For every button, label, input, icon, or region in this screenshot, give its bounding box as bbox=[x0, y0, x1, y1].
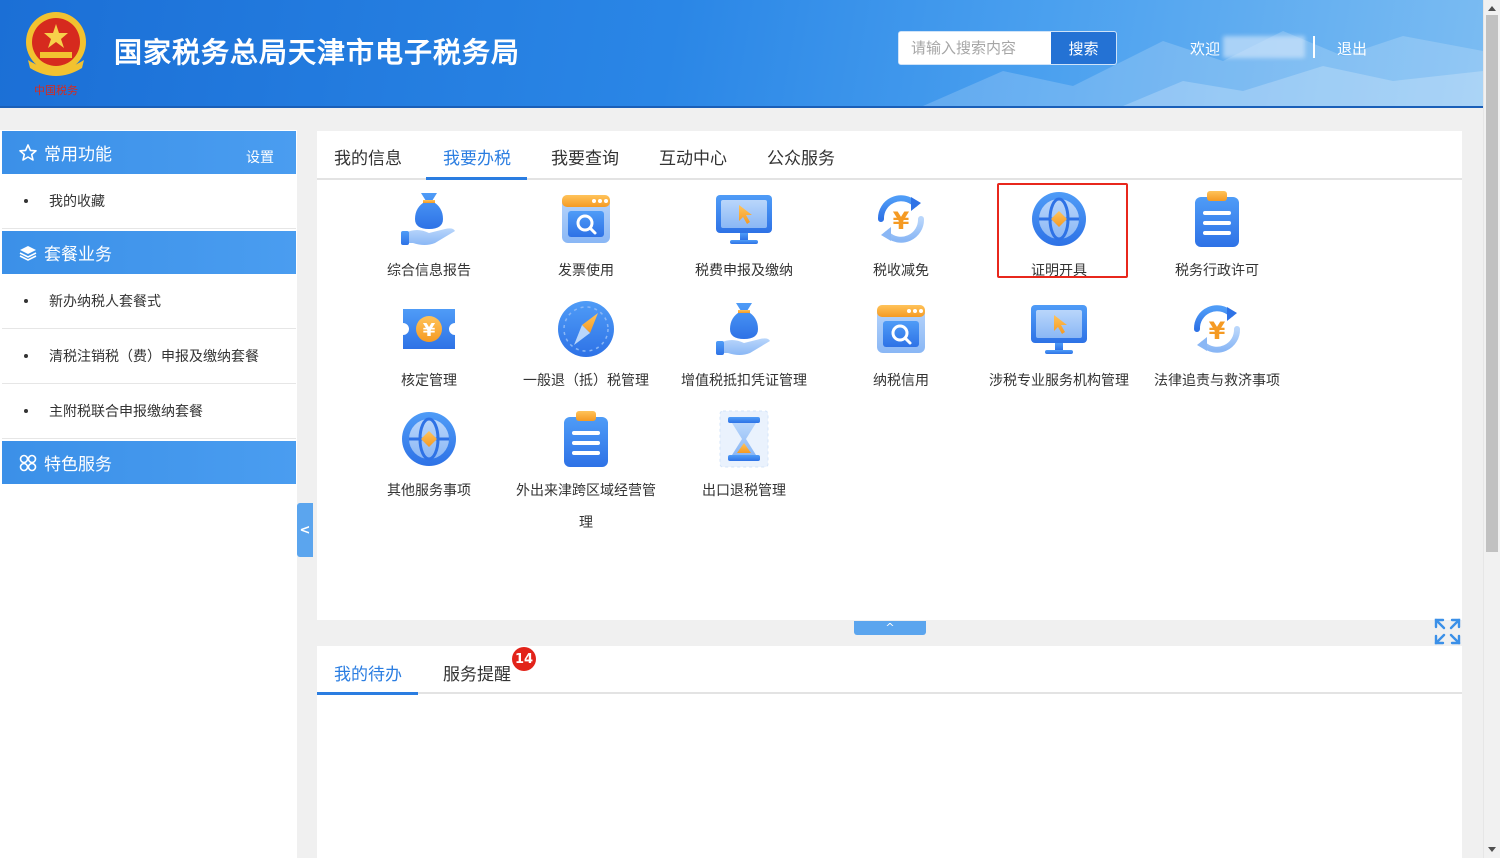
service-label: 涉税专业服务机构管理 bbox=[989, 373, 1129, 389]
service-label: 税务行政许可 bbox=[1175, 263, 1259, 279]
service-legal-remedy[interactable]: 法律追责与救济事项 bbox=[1137, 291, 1297, 391]
page-scrollbar[interactable] bbox=[1483, 0, 1500, 858]
monitor-cursor-icon bbox=[1029, 299, 1089, 359]
clipboard-icon bbox=[1187, 189, 1247, 249]
service-label: 外出来津跨区域经营管理 bbox=[516, 483, 656, 531]
service-vat-deduction-voucher[interactable]: 增值税抵扣凭证管理 bbox=[664, 291, 824, 391]
site-title: 国家税务总局天津市电子税务局 bbox=[114, 36, 521, 69]
service-label: 其他服务事项 bbox=[387, 483, 471, 499]
bullet bbox=[24, 354, 28, 358]
sidebar-section-title: 套餐业务 bbox=[44, 245, 112, 265]
service-label: 税费申报及缴纳 bbox=[695, 263, 793, 279]
sidebar-item-deregistration-package[interactable]: 清税注销税（费）申报及缴纳套餐 bbox=[2, 329, 296, 384]
service-administrative-license[interactable]: 税务行政许可 bbox=[1137, 181, 1297, 281]
main-tabs: 我的信息 我要办税 我要查询 互动中心 公众服务 bbox=[317, 131, 1462, 180]
service-assessment-management[interactable]: 核定管理 bbox=[349, 291, 509, 391]
sidebar-collapse-button[interactable]: < bbox=[297, 503, 313, 557]
tab-public-service[interactable]: 公众服务 bbox=[767, 144, 835, 180]
sidebar: 常用功能 设置 我的收藏 套餐业务 新办纳税人套餐式 清税注销税（费）申报及缴纳… bbox=[0, 130, 297, 858]
sidebar-section-featured-services[interactable]: 特色服务 bbox=[2, 441, 296, 484]
clipboard-icon bbox=[556, 409, 616, 469]
star-icon bbox=[19, 143, 37, 161]
tab-query[interactable]: 我要查询 bbox=[551, 144, 619, 180]
settings-link[interactable]: 设置 bbox=[246, 147, 274, 167]
reminder-count-badge: 14 bbox=[512, 647, 536, 671]
layers-icon bbox=[19, 245, 37, 261]
yuan-refresh-icon bbox=[1187, 299, 1247, 359]
scroll-up-arrow[interactable] bbox=[1488, 6, 1496, 11]
search-button[interactable]: 搜索 bbox=[1051, 32, 1116, 64]
sidebar-section-favorites[interactable]: 常用功能 设置 bbox=[2, 131, 296, 174]
bottom-panel: 我的待办 服务提醒 14 bbox=[317, 646, 1462, 858]
sidebar-item-new-taxpayer-package[interactable]: 新办纳税人套餐式 bbox=[2, 274, 296, 329]
compass-icon bbox=[556, 299, 616, 359]
active-tab-indicator bbox=[426, 177, 527, 180]
fullscreen-icon[interactable] bbox=[1434, 618, 1461, 645]
bullet bbox=[24, 199, 28, 203]
tab-my-info[interactable]: 我的信息 bbox=[334, 144, 402, 180]
header-divider bbox=[1313, 36, 1315, 58]
service-tax-reduction[interactable]: 税收减免 bbox=[821, 181, 981, 281]
service-label: 法律追责与救济事项 bbox=[1154, 373, 1280, 389]
yuan-ticket-icon bbox=[399, 299, 459, 359]
service-other-matters[interactable]: 其他服务事项 bbox=[349, 401, 509, 501]
sidebar-item-label: 新办纳税人套餐式 bbox=[49, 294, 161, 310]
svg-text:中国税务: 中国税务 bbox=[34, 83, 78, 97]
invoice-search-icon bbox=[871, 299, 931, 359]
service-label: 纳税信用 bbox=[873, 373, 929, 389]
tab-tax-handling[interactable]: 我要办税 bbox=[443, 144, 511, 180]
service-label: 一般退（抵）税管理 bbox=[523, 373, 649, 389]
service-tax-credit[interactable]: 纳税信用 bbox=[821, 291, 981, 391]
logout-link[interactable]: 退出 bbox=[1337, 38, 1367, 59]
money-hand-icon bbox=[399, 189, 459, 249]
panel-toggle-button[interactable]: ^ bbox=[854, 621, 926, 635]
search-box: 搜索 bbox=[898, 31, 1117, 65]
scroll-thumb[interactable] bbox=[1486, 15, 1498, 552]
sidebar-item-label: 主附税联合申报缴纳套餐 bbox=[49, 404, 203, 420]
service-label: 税收减免 bbox=[873, 263, 929, 279]
monitor-cursor-icon bbox=[714, 189, 774, 249]
money-hand-icon bbox=[714, 299, 774, 359]
sidebar-item-my-favorites[interactable]: 我的收藏 bbox=[2, 174, 296, 229]
sidebar-item-label: 清税注销税（费）申报及缴纳套餐 bbox=[49, 349, 259, 365]
service-tax-agency-management[interactable]: 涉税专业服务机构管理 bbox=[979, 291, 1139, 391]
bullet bbox=[24, 299, 28, 303]
service-export-tax-refund[interactable]: 出口退税管理 bbox=[664, 401, 824, 501]
username-redacted bbox=[1223, 36, 1305, 58]
bottom-tabs: 我的待办 服务提醒 14 bbox=[317, 646, 1462, 695]
sidebar-section-packages[interactable]: 套餐业务 bbox=[2, 231, 296, 274]
national-emblem-logo: 中国税务 bbox=[26, 12, 86, 97]
service-cross-region-operation[interactable]: 外出来津跨区域经营管理 bbox=[506, 401, 666, 531]
service-label: 核定管理 bbox=[401, 373, 457, 389]
hourglass-icon bbox=[714, 409, 774, 469]
invoice-search-icon bbox=[556, 189, 616, 249]
active-tab-indicator bbox=[317, 692, 418, 695]
sidebar-section-title: 特色服务 bbox=[44, 455, 112, 475]
service-label: 综合信息报告 bbox=[387, 263, 471, 279]
yuan-refresh-icon bbox=[871, 189, 931, 249]
service-label: 发票使用 bbox=[558, 263, 614, 279]
bullet bbox=[24, 409, 28, 413]
tab-service-reminder[interactable]: 服务提醒 bbox=[443, 660, 511, 685]
service-comprehensive-info-report[interactable]: 综合信息报告 bbox=[349, 181, 509, 281]
service-general-refund[interactable]: 一般退（抵）税管理 bbox=[506, 291, 666, 391]
service-invoice-use[interactable]: 发票使用 bbox=[506, 181, 666, 281]
highlight-box-certificate bbox=[997, 183, 1128, 278]
welcome-text: 欢迎 bbox=[1190, 40, 1221, 58]
tab-interaction-center[interactable]: 互动中心 bbox=[659, 144, 727, 180]
service-tax-filing-payment[interactable]: 税费申报及缴纳 bbox=[664, 181, 824, 281]
globe-icon bbox=[399, 409, 459, 469]
service-label: 出口退税管理 bbox=[702, 483, 786, 499]
sidebar-item-joint-filing-package[interactable]: 主附税联合申报缴纳套餐 bbox=[2, 384, 296, 439]
grid-icon bbox=[19, 454, 37, 471]
tab-my-todo[interactable]: 我的待办 bbox=[334, 660, 402, 685]
sidebar-section-title: 常用功能 bbox=[44, 145, 112, 165]
search-input[interactable] bbox=[899, 32, 1051, 64]
site-header: 中国税务 国家税务总局天津市电子税务局 搜索 欢迎 退出 bbox=[0, 0, 1483, 108]
scroll-down-arrow[interactable] bbox=[1488, 847, 1496, 852]
service-label: 增值税抵扣凭证管理 bbox=[681, 373, 807, 389]
sidebar-item-label: 我的收藏 bbox=[49, 194, 105, 210]
